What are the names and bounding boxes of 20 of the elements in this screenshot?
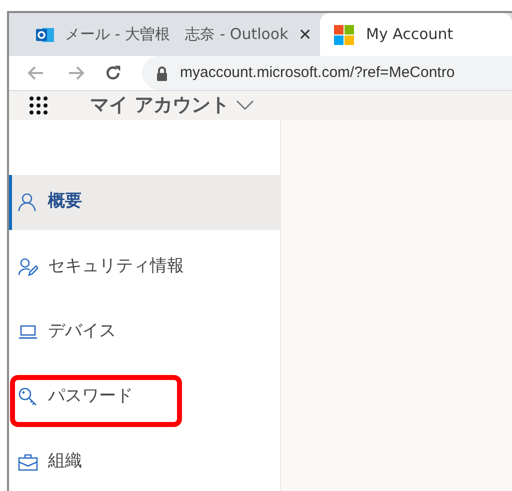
nav-item[interactable]: デバイス [9, 304, 280, 360]
nav-item[interactable]: 概要 [9, 174, 280, 230]
close-tab-button[interactable]: ✕ [298, 22, 312, 46]
person-pen-icon [18, 258, 38, 276]
nav-item[interactable]: セキュリティ情報 [9, 240, 280, 294]
chevron-down-icon[interactable] [236, 99, 254, 112]
lock-icon [156, 66, 168, 80]
briefcase-icon [18, 454, 38, 470]
key-icon [18, 387, 38, 407]
four-squares-logo-icon [334, 24, 354, 44]
laptop-icon [18, 325, 38, 339]
url-text: myaccount.microsoft.com/?ref=MeContro [180, 62, 455, 83]
nav-item[interactable]: 組織 [9, 434, 280, 490]
reload-icon[interactable] [104, 64, 122, 82]
app-launcher-icon[interactable] [29, 96, 48, 115]
browser-tab[interactable]: メール - 大曽根 志奈 - Outlook ✕ [9, 13, 320, 56]
person-icon [18, 193, 36, 211]
address-bar[interactable]: myaccount.microsoft.com/?ref=MeContro [142, 56, 512, 90]
browser-tab[interactable]: My Account [320, 13, 512, 56]
nav-item[interactable]: パスワード [9, 370, 280, 424]
